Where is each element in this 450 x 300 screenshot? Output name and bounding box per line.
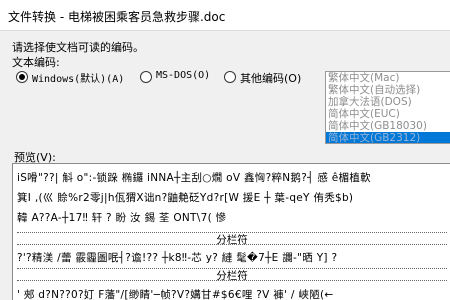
encoding-option[interactable]: 简体中文(GB18030) bbox=[326, 120, 450, 132]
encoding-option[interactable]: 繁体中文(自动选择) bbox=[326, 84, 450, 96]
preview-line: ' 郟 d?N??0?奵 F藩"/[缈睛'─帧?V?媾甘#$6€哩 ?V 褲' … bbox=[17, 289, 334, 300]
column-break-line bbox=[17, 244, 447, 245]
windows-radio[interactable] bbox=[16, 71, 28, 83]
encoding-option[interactable]: 繁体中文(Mac) bbox=[326, 72, 450, 84]
encoding-label: 文本编码: bbox=[12, 56, 60, 69]
preview-line: iS嗗"??| 斛 o":-锁跺 椭鑼 iNNA┼主刮○燗 oV 鑫恟?粹N鹅?… bbox=[17, 172, 371, 184]
other-encoding-radio-label[interactable]: 其他编码(O) bbox=[240, 70, 301, 86]
preview-line: ?'?精渼 /蕾 霰霾圖呡┤?谵!?? ┼k8‼-芯 y? 縺 髦�7┼E 讕-… bbox=[17, 252, 338, 264]
encoding-list[interactable]: 繁体中文(Mac) 繁体中文(自动选择) 加拿大法语(DOS) 简体中文(EUC… bbox=[325, 71, 450, 144]
windows-radio-label[interactable]: Windows(默认)(A) bbox=[32, 70, 124, 85]
msdos-radio[interactable] bbox=[140, 71, 152, 83]
encoding-option[interactable]: 加拿大法语(DOS) bbox=[326, 96, 450, 108]
preview-line: 韓 A??A-┼17‼ 轩 ? 盼 汝 錫 荃 ONT\7( 慘 bbox=[17, 212, 227, 224]
preview-line: 箕I ,(巛 賒%r2零j|h佤猬X诎n?鼬艴砭Yd?r[W 援E ┼ 葉-qe… bbox=[17, 192, 354, 204]
other-encoding-radio[interactable] bbox=[224, 71, 236, 83]
instructions-text: 请选择使文档可读的编码。 bbox=[12, 41, 144, 54]
encoding-option[interactable]: 简体中文(EUC) bbox=[326, 108, 450, 120]
column-break-line bbox=[17, 280, 447, 281]
preview-pane[interactable]: iS嗗"??| 斛 o":-锁跺 椭鑼 iNNA┼主刮○燗 oV 鑫恟?粹N鹅?… bbox=[12, 163, 450, 300]
msdos-radio-label[interactable]: MS-DOS(O) bbox=[156, 70, 210, 81]
title-bar: 文件转换 - 电梯被困乘客员急救步骤.doc bbox=[0, 0, 450, 31]
encoding-option-selected[interactable]: 简体中文(GB2312) bbox=[326, 132, 450, 143]
window-title: 文件转换 - 电梯被困乘客员急救步骤.doc bbox=[8, 10, 226, 24]
